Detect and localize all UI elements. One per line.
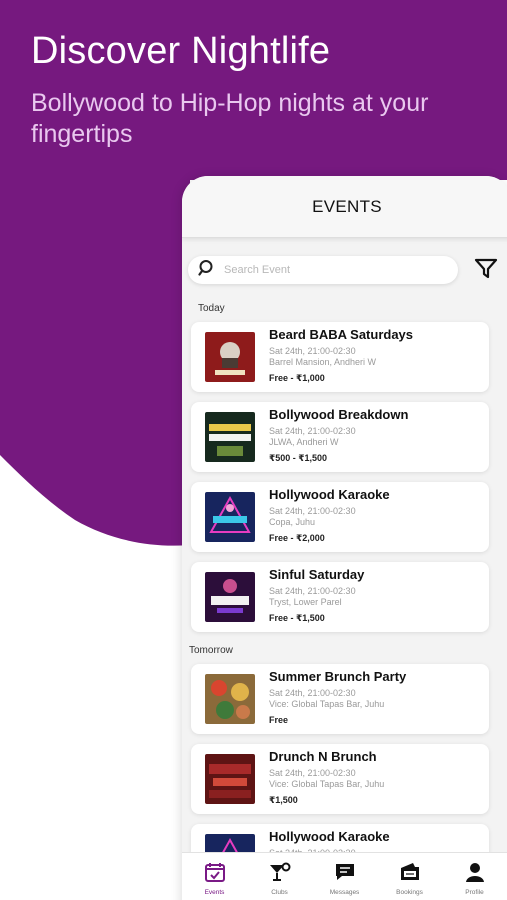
- event-venue: Vice: Global Tapas Bar, Juhu: [269, 699, 385, 709]
- event-venue: Copa, Juhu: [269, 517, 316, 527]
- event-price: Free: [269, 715, 289, 725]
- search-row: [188, 256, 498, 284]
- event-thumbnail: [205, 412, 255, 462]
- bottom-tab-bar: Events Clubs Messages Bookings Profile: [182, 852, 507, 900]
- tab-bookings[interactable]: Bookings: [377, 853, 442, 900]
- event-title: Drunch N Brunch: [269, 749, 377, 764]
- tab-clubs[interactable]: Clubs: [247, 853, 312, 900]
- event-price: ₹500 - ₹1,500: [269, 453, 328, 463]
- event-card[interactable]: Sinful Saturday Sat 24th, 21:00-02:30 Tr…: [191, 562, 489, 632]
- event-card[interactable]: Drunch N Brunch Sat 24th, 21:00-02:30 Vi…: [191, 744, 489, 814]
- event-thumbnail: [205, 332, 255, 382]
- event-venue: Vice: Global Tapas Bar, Juhu: [269, 779, 385, 789]
- ticket-icon: [398, 862, 422, 887]
- event-date: Sat 24th, 21:00-02:30: [269, 506, 356, 516]
- event-date: Sat 24th, 21:00-02:30: [269, 346, 356, 356]
- search-icon: [198, 259, 216, 282]
- filter-button[interactable]: [473, 258, 499, 284]
- tab-label: Profile: [465, 888, 484, 896]
- event-venue: Tryst, Lower Parel: [269, 597, 342, 607]
- tab-label: Clubs: [271, 888, 288, 896]
- event-price: Free - ₹1,000: [269, 373, 325, 383]
- event-date: Sat 24th, 21:00-02:30: [269, 768, 356, 778]
- hero-title: Discover Nightlife: [31, 30, 331, 72]
- event-date: Sat 24th, 21:00-02:30: [269, 426, 356, 436]
- screen-header: EVENTS: [182, 176, 507, 238]
- event-thumbnail: [205, 492, 255, 542]
- section-label-today: Today: [198, 303, 225, 314]
- phone-screen: EVENTS Today Beard BABA Saturdays Sat 24…: [182, 176, 507, 900]
- event-venue: Barrel Mansion, Andheri W: [269, 357, 377, 367]
- event-card[interactable]: Beard BABA Saturdays Sat 24th, 21:00-02:…: [191, 322, 489, 392]
- section-label-tomorrow: Tomorrow: [189, 645, 233, 656]
- event-venue: JLWA, Andheri W: [269, 437, 339, 447]
- event-title: Summer Brunch Party: [269, 669, 407, 684]
- event-price: ₹1,500: [269, 795, 298, 805]
- event-date: Sat 24th, 21:00-02:30: [269, 586, 356, 596]
- event-thumbnail: [205, 674, 255, 724]
- hero-subtitle: Bollywood to Hip-Hop nights at your fing…: [31, 89, 429, 148]
- search-input[interactable]: [224, 264, 424, 276]
- event-thumbnail: [205, 572, 255, 622]
- cocktail-icon: [268, 862, 292, 887]
- tab-label: Bookings: [396, 888, 423, 896]
- chat-bubble-icon: [334, 862, 356, 887]
- person-icon: [465, 862, 485, 887]
- event-date: Sat 24th, 21:00-02:30: [269, 688, 356, 698]
- tab-messages[interactable]: Messages: [312, 853, 377, 900]
- screen-title: EVENTS: [312, 196, 382, 216]
- tab-events[interactable]: Events: [182, 853, 247, 900]
- event-price: Free - ₹1,500: [269, 613, 325, 623]
- event-price: Free - ₹2,000: [269, 533, 325, 543]
- event-thumbnail: [205, 754, 255, 804]
- calendar-check-icon: [204, 862, 226, 887]
- tab-profile[interactable]: Profile: [442, 853, 507, 900]
- tab-label: Events: [204, 888, 225, 896]
- filter-funnel-icon: [474, 258, 498, 285]
- search-box[interactable]: [188, 256, 458, 284]
- event-card[interactable]: Bollywood Breakdown Sat 24th, 21:00-02:3…: [191, 402, 489, 472]
- event-card[interactable]: Hollywood Karaoke Sat 24th, 21:00-02:30 …: [191, 482, 489, 552]
- event-card[interactable]: Summer Brunch Party Sat 24th, 21:00-02:3…: [191, 664, 489, 734]
- event-title: Sinful Saturday: [269, 567, 365, 582]
- event-title: Beard BABA Saturdays: [269, 327, 414, 342]
- tab-label: Messages: [329, 888, 360, 896]
- event-title: Hollywood Karaoke: [269, 487, 390, 502]
- event-title: Hollywood Karaoke: [269, 829, 390, 844]
- event-title: Bollywood Breakdown: [269, 407, 409, 422]
